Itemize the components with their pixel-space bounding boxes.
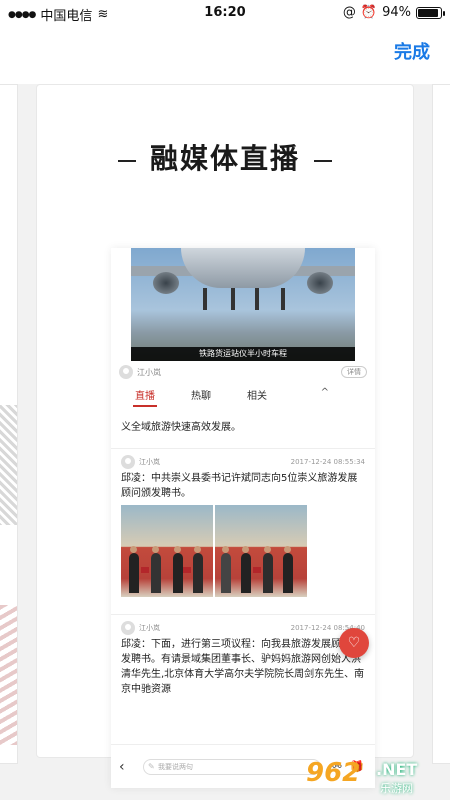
post-author: 江小岚 [139,624,160,632]
avatar [121,455,135,469]
post-text: 邱凌：下面，进行第三项议程：向我县旅游发展顾问颁发聘书。有请景域集团董事长、驴妈… [121,639,365,695]
author-name: 江小岚 [137,367,161,377]
location-icon: @ [342,5,356,20]
battery-icon [416,6,445,19]
chevron-up-icon[interactable]: ^ [321,387,329,398]
post-photo[interactable] [121,505,213,597]
heart-icon[interactable]: ♡ [339,628,369,658]
comment-input[interactable]: 我要说两句 [143,758,321,775]
post-author: 江小岚 [139,458,160,466]
avatar [119,365,133,379]
avatar [121,621,135,635]
post-text: 义全域旅游快速高效发展。 [121,422,241,433]
card-title: 融媒体直播 [37,137,413,177]
tab-hot-chat[interactable]: 热聊 [191,387,211,402]
done-button[interactable]: 完成 [394,38,430,64]
next-card-edge[interactable] [432,84,450,764]
video-caption: 铁路货运站仪半小时车程 [131,347,355,361]
top-bar: 完成 [0,26,450,84]
post-photo[interactable] [215,505,307,597]
author-row: 江小岚 详情 [111,361,375,383]
video-player[interactable]: 铁路货运站仪半小时车程 [131,248,355,361]
watermark-logo: 962 .NET 乐游网 [306,758,418,795]
detail-button[interactable]: 详情 [341,366,367,378]
post-header: 江小岚 2017-12-24 08:54:40 [111,615,375,637]
app-preview: 铁路货运站仪半小时车程 江小岚 详情 直播 热聊 相关 ^ 义全域旅游快速高效发… [111,248,375,788]
post-time: 2017-12-24 08:55:34 [290,458,365,466]
battery-percent: 94% [382,5,411,20]
status-bar: ●●●● 中国电信 ≋ 16:20 @ ⏰ 94% [0,0,450,26]
tab-related[interactable]: 相关 [247,387,267,402]
tab-live[interactable]: 直播 [133,387,157,407]
live-feed[interactable]: 义全域旅游快速高效发展。 江小岚 2017-12-24 08:55:34 邱凌：… [111,420,375,744]
back-icon[interactable]: ‹ [119,759,137,775]
screenshot-card: 融媒体直播 铁路货运站仪半小时车程 江小岚 详情 直播 热聊 相关 ^ 义全域旅… [36,84,414,788]
post-header: 江小岚 2017-12-24 08:55:34 [111,449,375,471]
previous-card-edge[interactable] [0,84,18,764]
post-text: 邱凌：中共崇义县委书记许斌同志向5位崇义旅游发展顾问颁发聘书。 [121,473,358,499]
post-photos [111,501,375,601]
tab-bar: 直播 热聊 相关 ^ [111,383,375,407]
alarm-icon: ⏰ [360,5,378,20]
